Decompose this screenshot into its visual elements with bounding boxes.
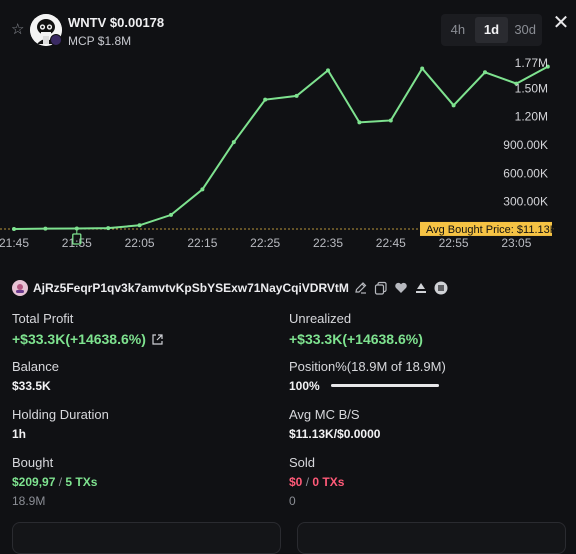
data-point[interactable] xyxy=(420,66,425,71)
x-tick-label: 22:55 xyxy=(439,236,469,250)
timeframe-1d[interactable]: 1d xyxy=(474,17,509,43)
token-header: ☆ WNTV $0.00178 MCP $1.8M 4h 1d 30d ✕ xyxy=(0,0,576,50)
unrealized-label: Unrealized xyxy=(289,311,352,326)
position-value: 100% xyxy=(289,379,320,393)
wallet-address[interactable]: AjRz5FeqrP1qv3k7amvtvKpSbYSExw71NayCqiVD… xyxy=(33,281,349,295)
position-label: Position%(18.9M of 18.9M) xyxy=(289,359,446,374)
sell-panel-card[interactable] xyxy=(297,522,566,554)
x-tick-label: 22:15 xyxy=(187,236,217,250)
price-chart[interactable]: 1.77M 1.50M 1.20M 900.00K 600.00K 300.00K 21:… xyxy=(0,52,576,260)
data-point[interactable] xyxy=(357,120,362,125)
position-bar-fill xyxy=(331,384,440,387)
sold-txs: 0 TXs xyxy=(312,475,345,489)
close-icon[interactable]: ✕ xyxy=(552,13,570,33)
sold-tokens: 0 xyxy=(289,494,296,508)
data-point[interactable] xyxy=(231,140,236,145)
data-point[interactable] xyxy=(43,226,48,231)
external-link-icon[interactable] xyxy=(151,333,164,346)
total-profit-label: Total Profit xyxy=(12,311,74,326)
position-stat: Position%(18.9M of 18.9M) 100% xyxy=(289,359,446,393)
wallet-avatar xyxy=(12,280,28,296)
holding-stat: Holding Duration 1h xyxy=(12,407,109,441)
list-icon[interactable] xyxy=(434,281,448,295)
bought-tokens: 18.9M xyxy=(12,494,46,508)
copy-icon[interactable] xyxy=(374,281,388,295)
data-point[interactable] xyxy=(388,118,393,123)
series-line xyxy=(13,65,549,230)
position-bar xyxy=(331,384,440,387)
x-tick-label: 21:55 xyxy=(62,236,92,250)
sold-stat: Sold $0 / 0 TXs 0 xyxy=(289,455,344,508)
data-point[interactable] xyxy=(137,223,142,228)
holding-label: Holding Duration xyxy=(12,407,109,422)
data-point[interactable] xyxy=(451,103,456,108)
bought-txs: 5 TXs xyxy=(65,475,98,489)
data-point[interactable] xyxy=(169,212,173,217)
token-title: WNTV $0.00178 xyxy=(68,15,164,30)
y-tick-label: 900.00K xyxy=(503,138,548,152)
avg-mc-label: Avg MC B/S xyxy=(289,407,360,422)
y-tick-label: 600.00K xyxy=(503,166,548,180)
chain-badge-icon xyxy=(50,34,62,46)
bought-label: Bought xyxy=(12,455,54,470)
x-tick-label: 22:45 xyxy=(376,236,406,250)
timeframe-selector: 4h 1d 30d xyxy=(441,14,542,46)
timeframe-30d[interactable]: 30d xyxy=(508,14,542,46)
balance-stat: Balance $33.5K xyxy=(12,359,59,393)
data-point[interactable] xyxy=(200,187,205,192)
bought-amount: $209,97 xyxy=(12,475,56,489)
star-icon[interactable]: ☆ xyxy=(11,22,27,38)
y-tick-label: 1.20M xyxy=(515,110,548,124)
unrealized-value: +$33.3K(+14638.6%) xyxy=(289,331,423,347)
timeframe-4h[interactable]: 4h xyxy=(441,14,475,46)
avg-mc-stat: Avg MC B/S $11.13K/$0.0000 xyxy=(289,407,380,441)
bought-row: $209,97 / 5 TXs xyxy=(12,475,97,489)
unrealized-stat: Unrealized +$33.3K(+14638.6%) xyxy=(289,311,423,347)
sold-separator: / xyxy=(302,475,313,489)
total-profit-stat: Total Profit +$33.3K(+14638.6%) xyxy=(12,311,164,347)
balance-label: Balance xyxy=(12,359,59,374)
data-point[interactable] xyxy=(12,226,16,231)
upload-icon[interactable] xyxy=(414,281,428,295)
bought-separator: / xyxy=(55,475,66,489)
x-tick-label: 22:25 xyxy=(250,236,280,250)
data-point[interactable] xyxy=(263,97,268,102)
token-market-cap: MCP $1.8M xyxy=(68,34,132,48)
x-tick-label: 22:05 xyxy=(125,236,155,250)
position-row: 100% xyxy=(289,379,446,393)
x-tick-label: 23:05 xyxy=(501,236,531,250)
token-symbol: WNTV xyxy=(68,15,107,30)
wallet-row: AjRz5FeqrP1qv3k7amvtvKpSbYSExw71NayCqiVD… xyxy=(12,279,454,297)
buy-panel-card[interactable] xyxy=(12,522,281,554)
data-point[interactable] xyxy=(326,68,330,73)
x-tick-label: 21:45 xyxy=(0,236,29,250)
y-tick-label: 1.50M xyxy=(515,81,548,95)
bought-stat: Bought $209,97 / 5 TXs 18.9M xyxy=(12,455,97,508)
data-point[interactable] xyxy=(483,70,487,75)
balance-value: $33.5K xyxy=(12,379,51,393)
total-profit-row: +$33.3K(+14638.6%) xyxy=(12,331,164,347)
heart-icon[interactable] xyxy=(394,281,408,295)
data-point[interactable] xyxy=(294,93,299,98)
avg-mc-value: $11.13K/$0.0000 xyxy=(289,427,381,441)
y-tick-label: 300.00K xyxy=(503,195,548,209)
sold-label: Sold xyxy=(289,455,316,470)
avg-bought-text: Avg Bought Price: $11.13K xyxy=(426,224,558,236)
total-profit-value: +$33.3K(+14638.6%) xyxy=(12,331,146,347)
y-tick-label: 1.77M xyxy=(515,56,548,70)
avg-bought-label: Avg Bought Price: $11.13K xyxy=(420,221,558,236)
token-price: $0.00178 xyxy=(109,15,165,30)
holding-value: 1h xyxy=(12,427,27,441)
data-point[interactable] xyxy=(106,226,111,231)
x-tick-label: 22:35 xyxy=(313,236,343,250)
pencil-icon[interactable] xyxy=(354,281,368,295)
chart-svg: 1.77M 1.50M 1.20M 900.00K 600.00K 300.00K 21:… xyxy=(0,56,558,250)
sold-row: $0 / 0 TXs xyxy=(289,475,344,489)
sold-amount: $0 xyxy=(289,475,303,489)
